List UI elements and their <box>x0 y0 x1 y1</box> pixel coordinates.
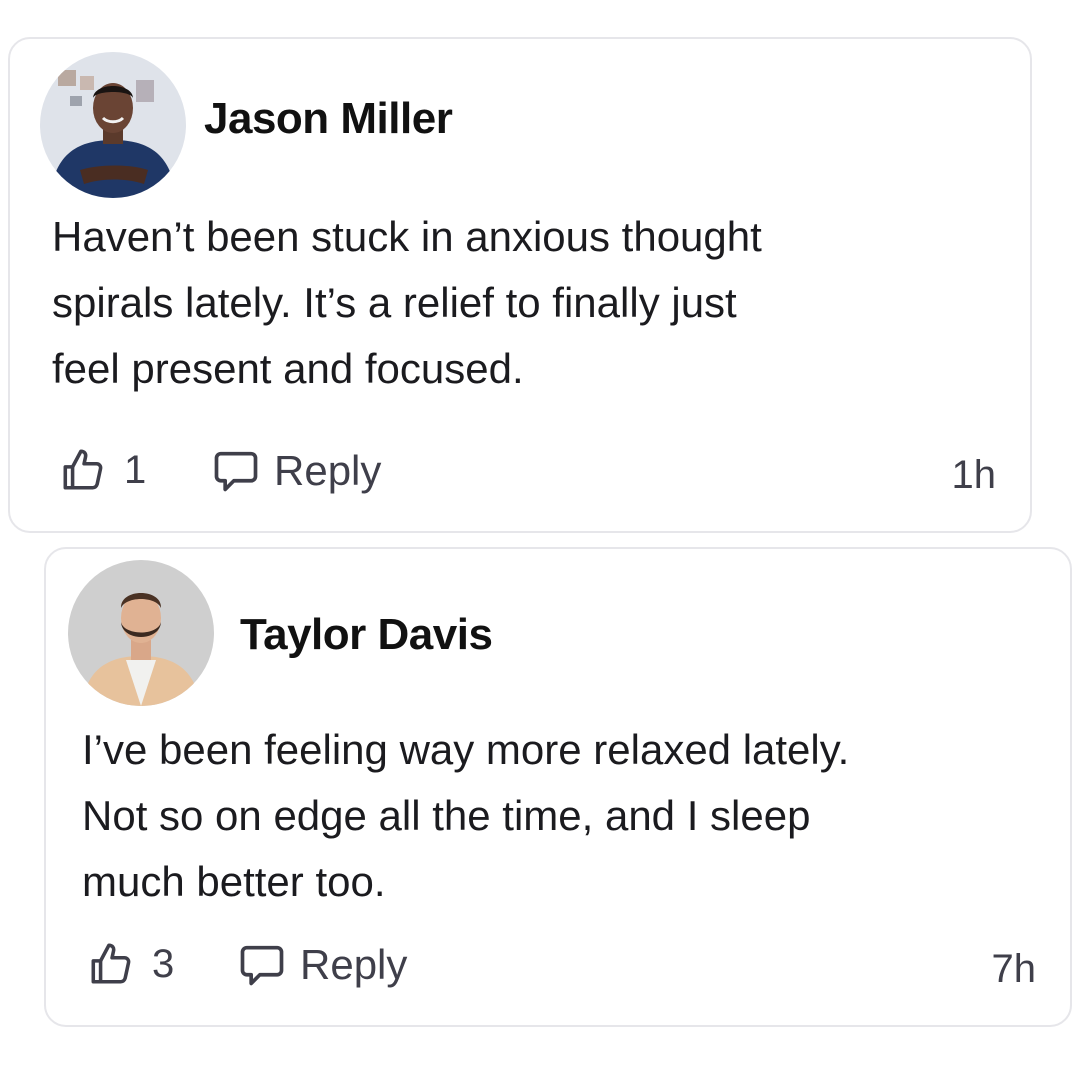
comment-text-line: much better too. <box>82 858 386 905</box>
comment-author[interactable]: Taylor Davis <box>240 610 493 660</box>
comment-actions: 3 Reply 7h <box>46 939 1070 999</box>
reply-button[interactable]: Reply <box>210 445 381 497</box>
avatar-photo <box>68 560 214 706</box>
avatar[interactable] <box>40 52 186 198</box>
timestamp: 1h <box>951 453 997 497</box>
comment-card: Taylor Davis I’ve been feeling way more … <box>44 547 1072 1027</box>
comment-text: Haven’t been stuck in anxious thought sp… <box>52 204 952 402</box>
chat-bubble-icon <box>240 945 284 986</box>
like-count: 1 <box>124 447 147 492</box>
like-button[interactable]: 1 <box>58 445 146 495</box>
comment-text-line: spirals lately. It’s a relief to finally… <box>52 279 737 326</box>
comment-text-line: feel present and focused. <box>52 345 524 392</box>
avatar[interactable] <box>68 560 214 706</box>
reply-label: Reply <box>274 447 382 494</box>
thumbs-up-icon <box>63 449 103 490</box>
like-button[interactable]: 3 <box>86 939 174 989</box>
reply-button[interactable]: Reply <box>236 939 407 991</box>
comment-text-line: Haven’t been stuck in anxious thought <box>52 213 762 260</box>
comment-text: I’ve been feeling way more relaxed latel… <box>82 717 1042 915</box>
comment-text-line: I’ve been feeling way more relaxed latel… <box>82 726 850 773</box>
like-count: 3 <box>152 941 175 986</box>
avatar-photo <box>40 52 186 198</box>
timestamp: 7h <box>991 947 1037 991</box>
comment-card: Jason Miller Haven’t been stuck in anxio… <box>8 37 1032 533</box>
comment-actions: 1 Reply 1h <box>10 445 1030 505</box>
reply-label: Reply <box>300 941 408 988</box>
thumbs-up-icon <box>91 943 131 984</box>
chat-bubble-icon <box>214 451 258 492</box>
comment-author[interactable]: Jason Miller <box>204 94 453 144</box>
comment-text-line: Not so on edge all the time, and I sleep <box>82 792 811 839</box>
